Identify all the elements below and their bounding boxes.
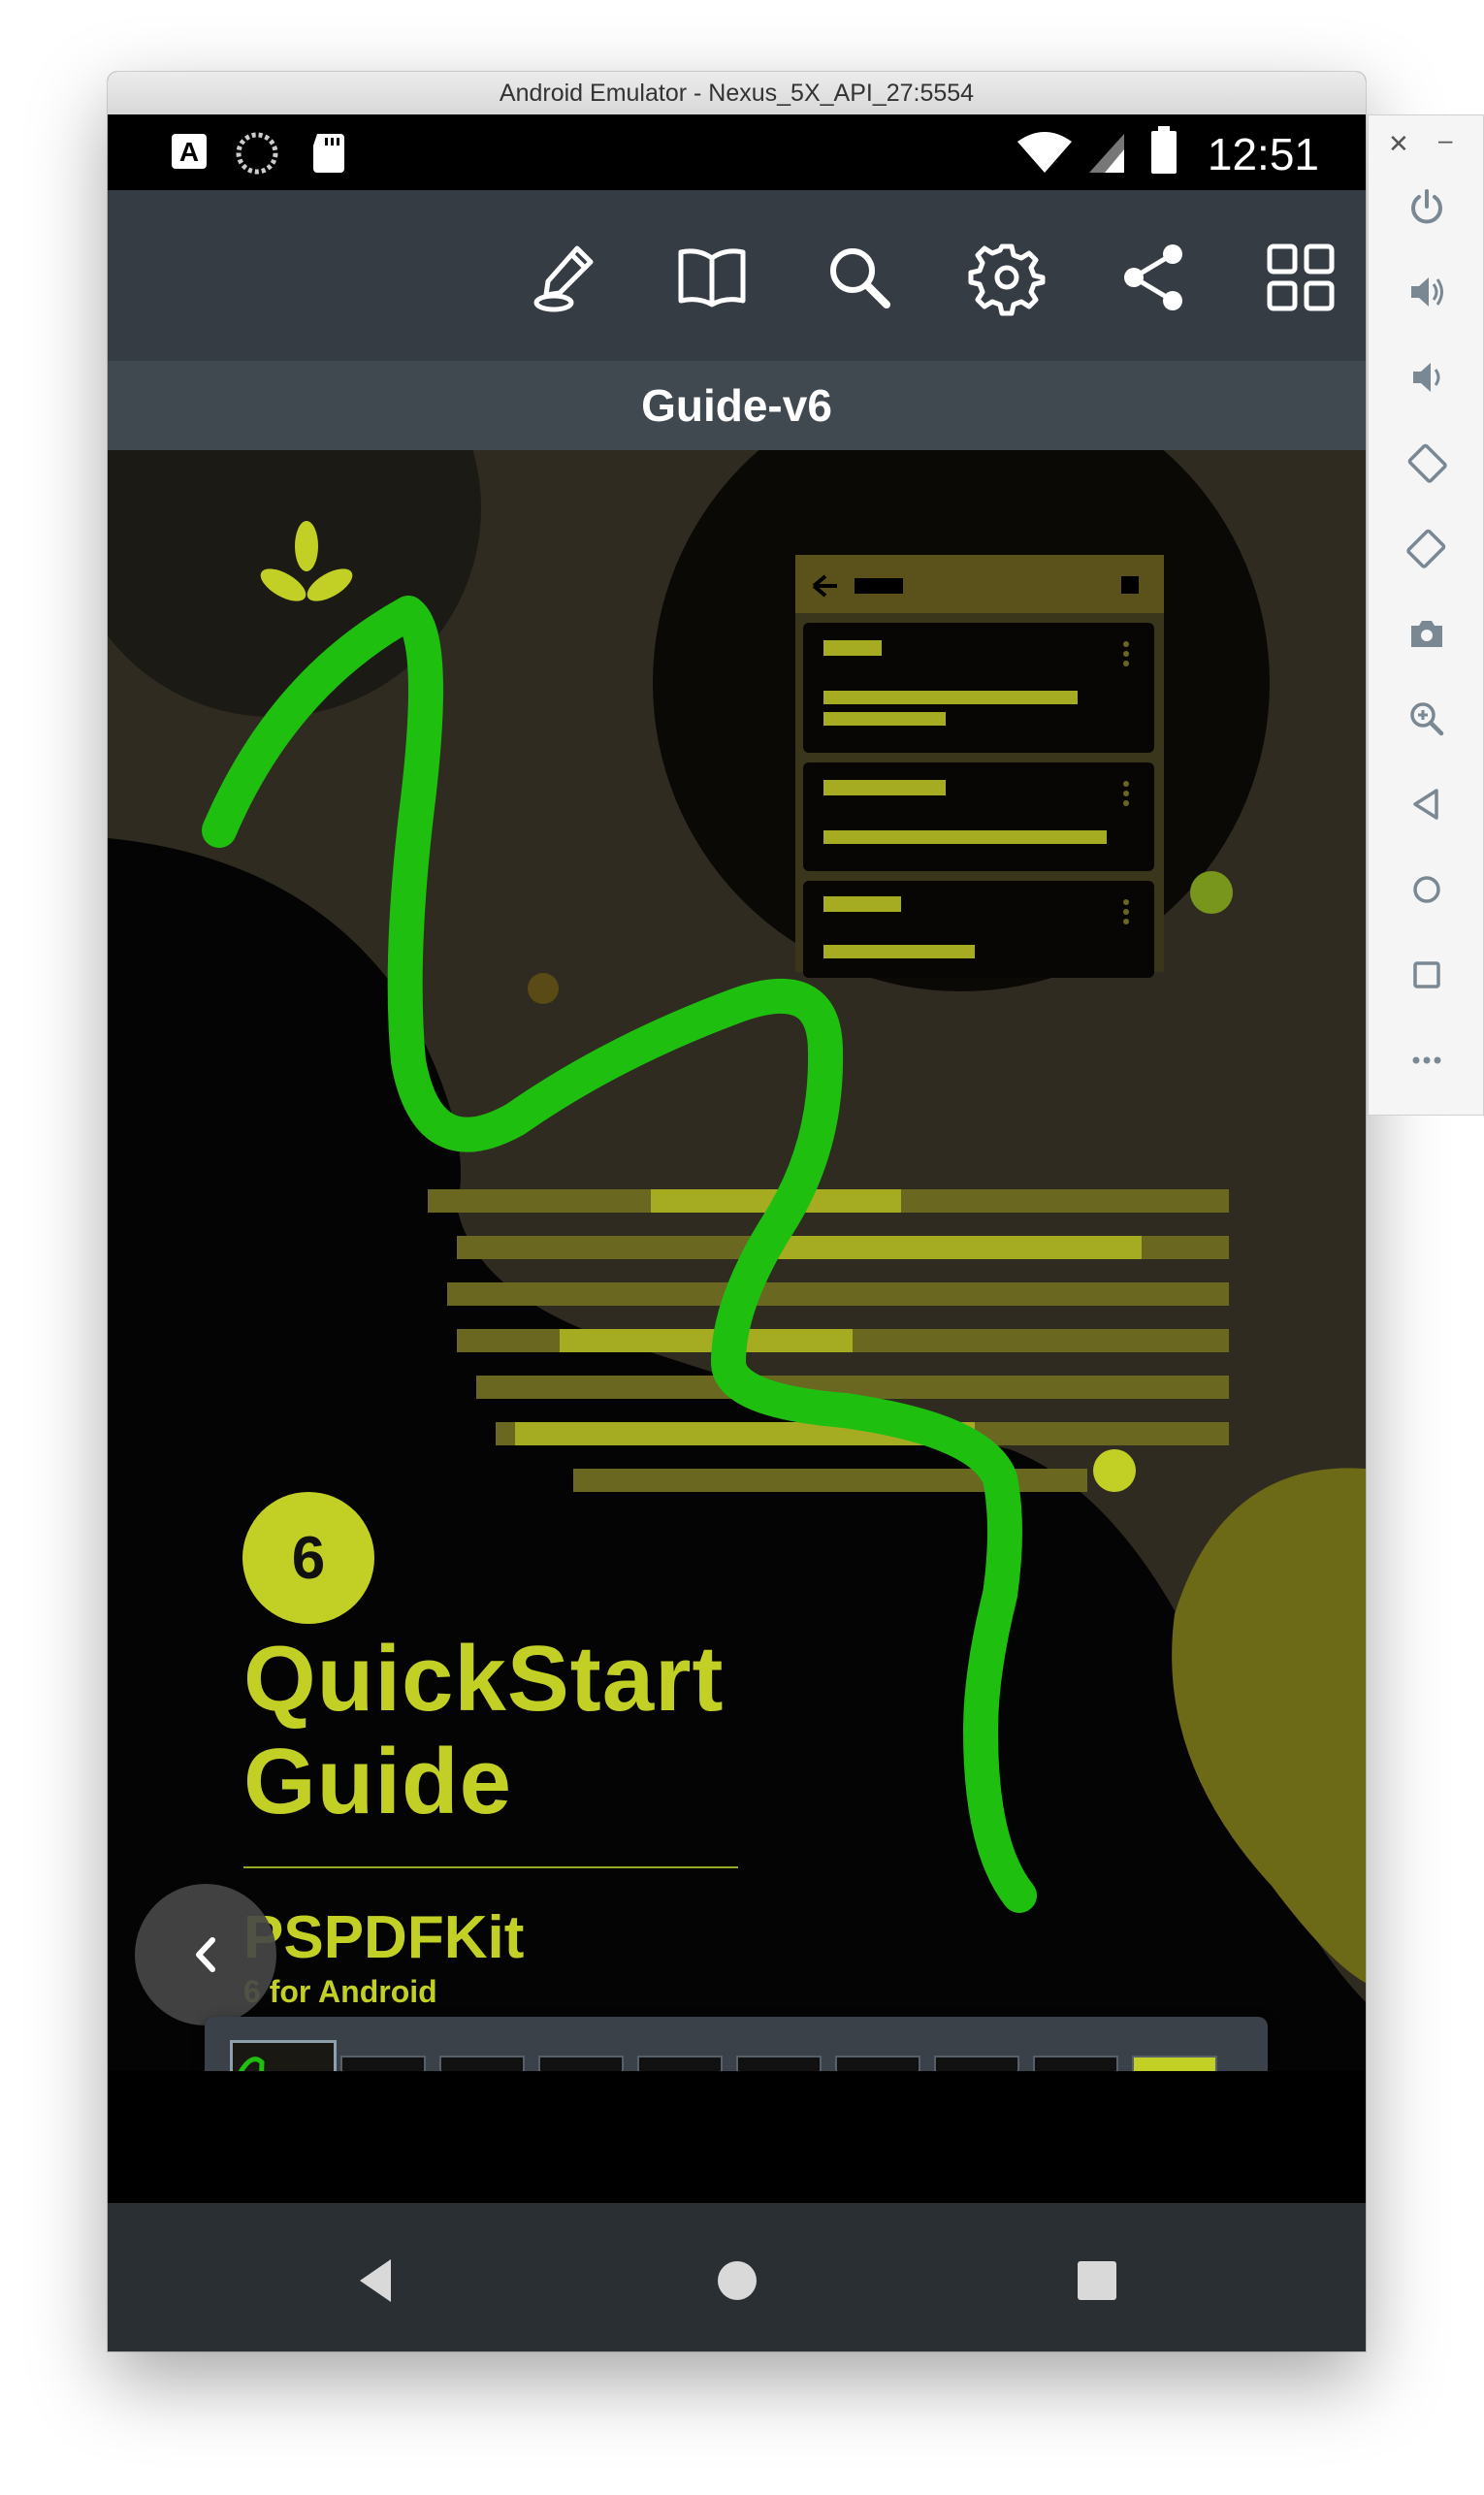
nav-home-icon[interactable] [698,2242,776,2319]
volume-up-icon[interactable] [1394,259,1460,325]
back-icon[interactable] [1394,771,1460,837]
cell-signal-icon [1087,132,1126,179]
window-title: Android Emulator - Nexus_5X_API_27:5554 [499,79,975,107]
cover-title: QuickStart Guide [243,1627,725,1833]
page-thumbnail[interactable] [835,2056,920,2071]
android-nav-bar [108,2203,1366,2351]
more-icon[interactable] [1394,1027,1460,1093]
cover-subtitle: 6 for Android [243,1974,437,2009]
status-time: 12:51 [1207,129,1319,179]
pdf-toolbar [108,190,1366,361]
page-thumbnail[interactable] [1132,2056,1217,2071]
page-thumbnail[interactable] [934,2056,1019,2071]
svg-text:A: A [179,137,199,167]
page-thumbnail[interactable] [230,2040,337,2071]
cover-brand: PSPDFKit [243,1904,525,1971]
reader-view-book-icon[interactable] [663,229,760,326]
emulator-window: Android Emulator - Nexus_5X_API_27:5554 … [108,72,1366,2351]
minimize-icon[interactable]: – [1438,125,1452,155]
thumbnail-bar[interactable] [205,2017,1268,2071]
grid-view-icon[interactable] [1252,229,1349,326]
phone-mockup-illustration [795,555,1164,978]
sd-card-icon [311,132,346,178]
window-titlebar[interactable]: Android Emulator - Nexus_5X_API_27:5554 [108,72,1366,115]
document-title-bar: Guide-v6 [108,361,1366,450]
share-icon[interactable] [1105,229,1202,326]
overview-icon[interactable] [1394,942,1460,1008]
app-notification-icon: A [170,132,209,176]
sync-notification-icon [236,132,278,179]
nav-back-icon[interactable] [339,2242,416,2319]
battery-icon [1149,126,1178,179]
settings-gear-icon[interactable] [958,229,1055,326]
nav-overview-icon[interactable] [1058,2242,1136,2319]
annotate-pen-icon[interactable] [517,229,614,326]
camera-icon[interactable] [1394,600,1460,666]
close-icon[interactable]: ✕ [1388,129,1409,159]
cover-divider [243,1866,738,1868]
volume-down-icon[interactable] [1394,344,1460,410]
chevron-left-icon [196,1937,215,1972]
panel-window-controls: ✕ – [1369,125,1483,164]
android-status-bar: A 12:51 [108,114,1366,190]
page-thumbnail[interactable] [340,2056,426,2071]
document-page-view[interactable]: 6 QuickStart Guide PSPDFKit 6 for Androi… [108,450,1366,2071]
page-thumbnail[interactable] [538,2056,624,2071]
power-icon[interactable] [1394,174,1460,240]
rotate-left-icon[interactable] [1394,430,1460,496]
page-thumbnail[interactable] [637,2056,723,2071]
rotate-right-icon[interactable] [1394,515,1460,581]
wifi-icon [1016,130,1074,179]
zoom-icon[interactable] [1394,686,1460,752]
document-title: Guide-v6 [641,380,832,431]
cover-thumbnail-art [233,2043,334,2071]
page-thumbnail[interactable] [439,2056,525,2071]
search-icon[interactable] [811,229,908,326]
page-thumbnail[interactable] [1033,2056,1118,2071]
emulator-controls-panel: ✕ – [1368,114,1484,1116]
version-badge: 6 [242,1492,374,1624]
home-icon[interactable] [1394,857,1460,923]
page-thumbnail[interactable] [736,2056,822,2071]
previous-page-button[interactable] [135,1884,276,2025]
